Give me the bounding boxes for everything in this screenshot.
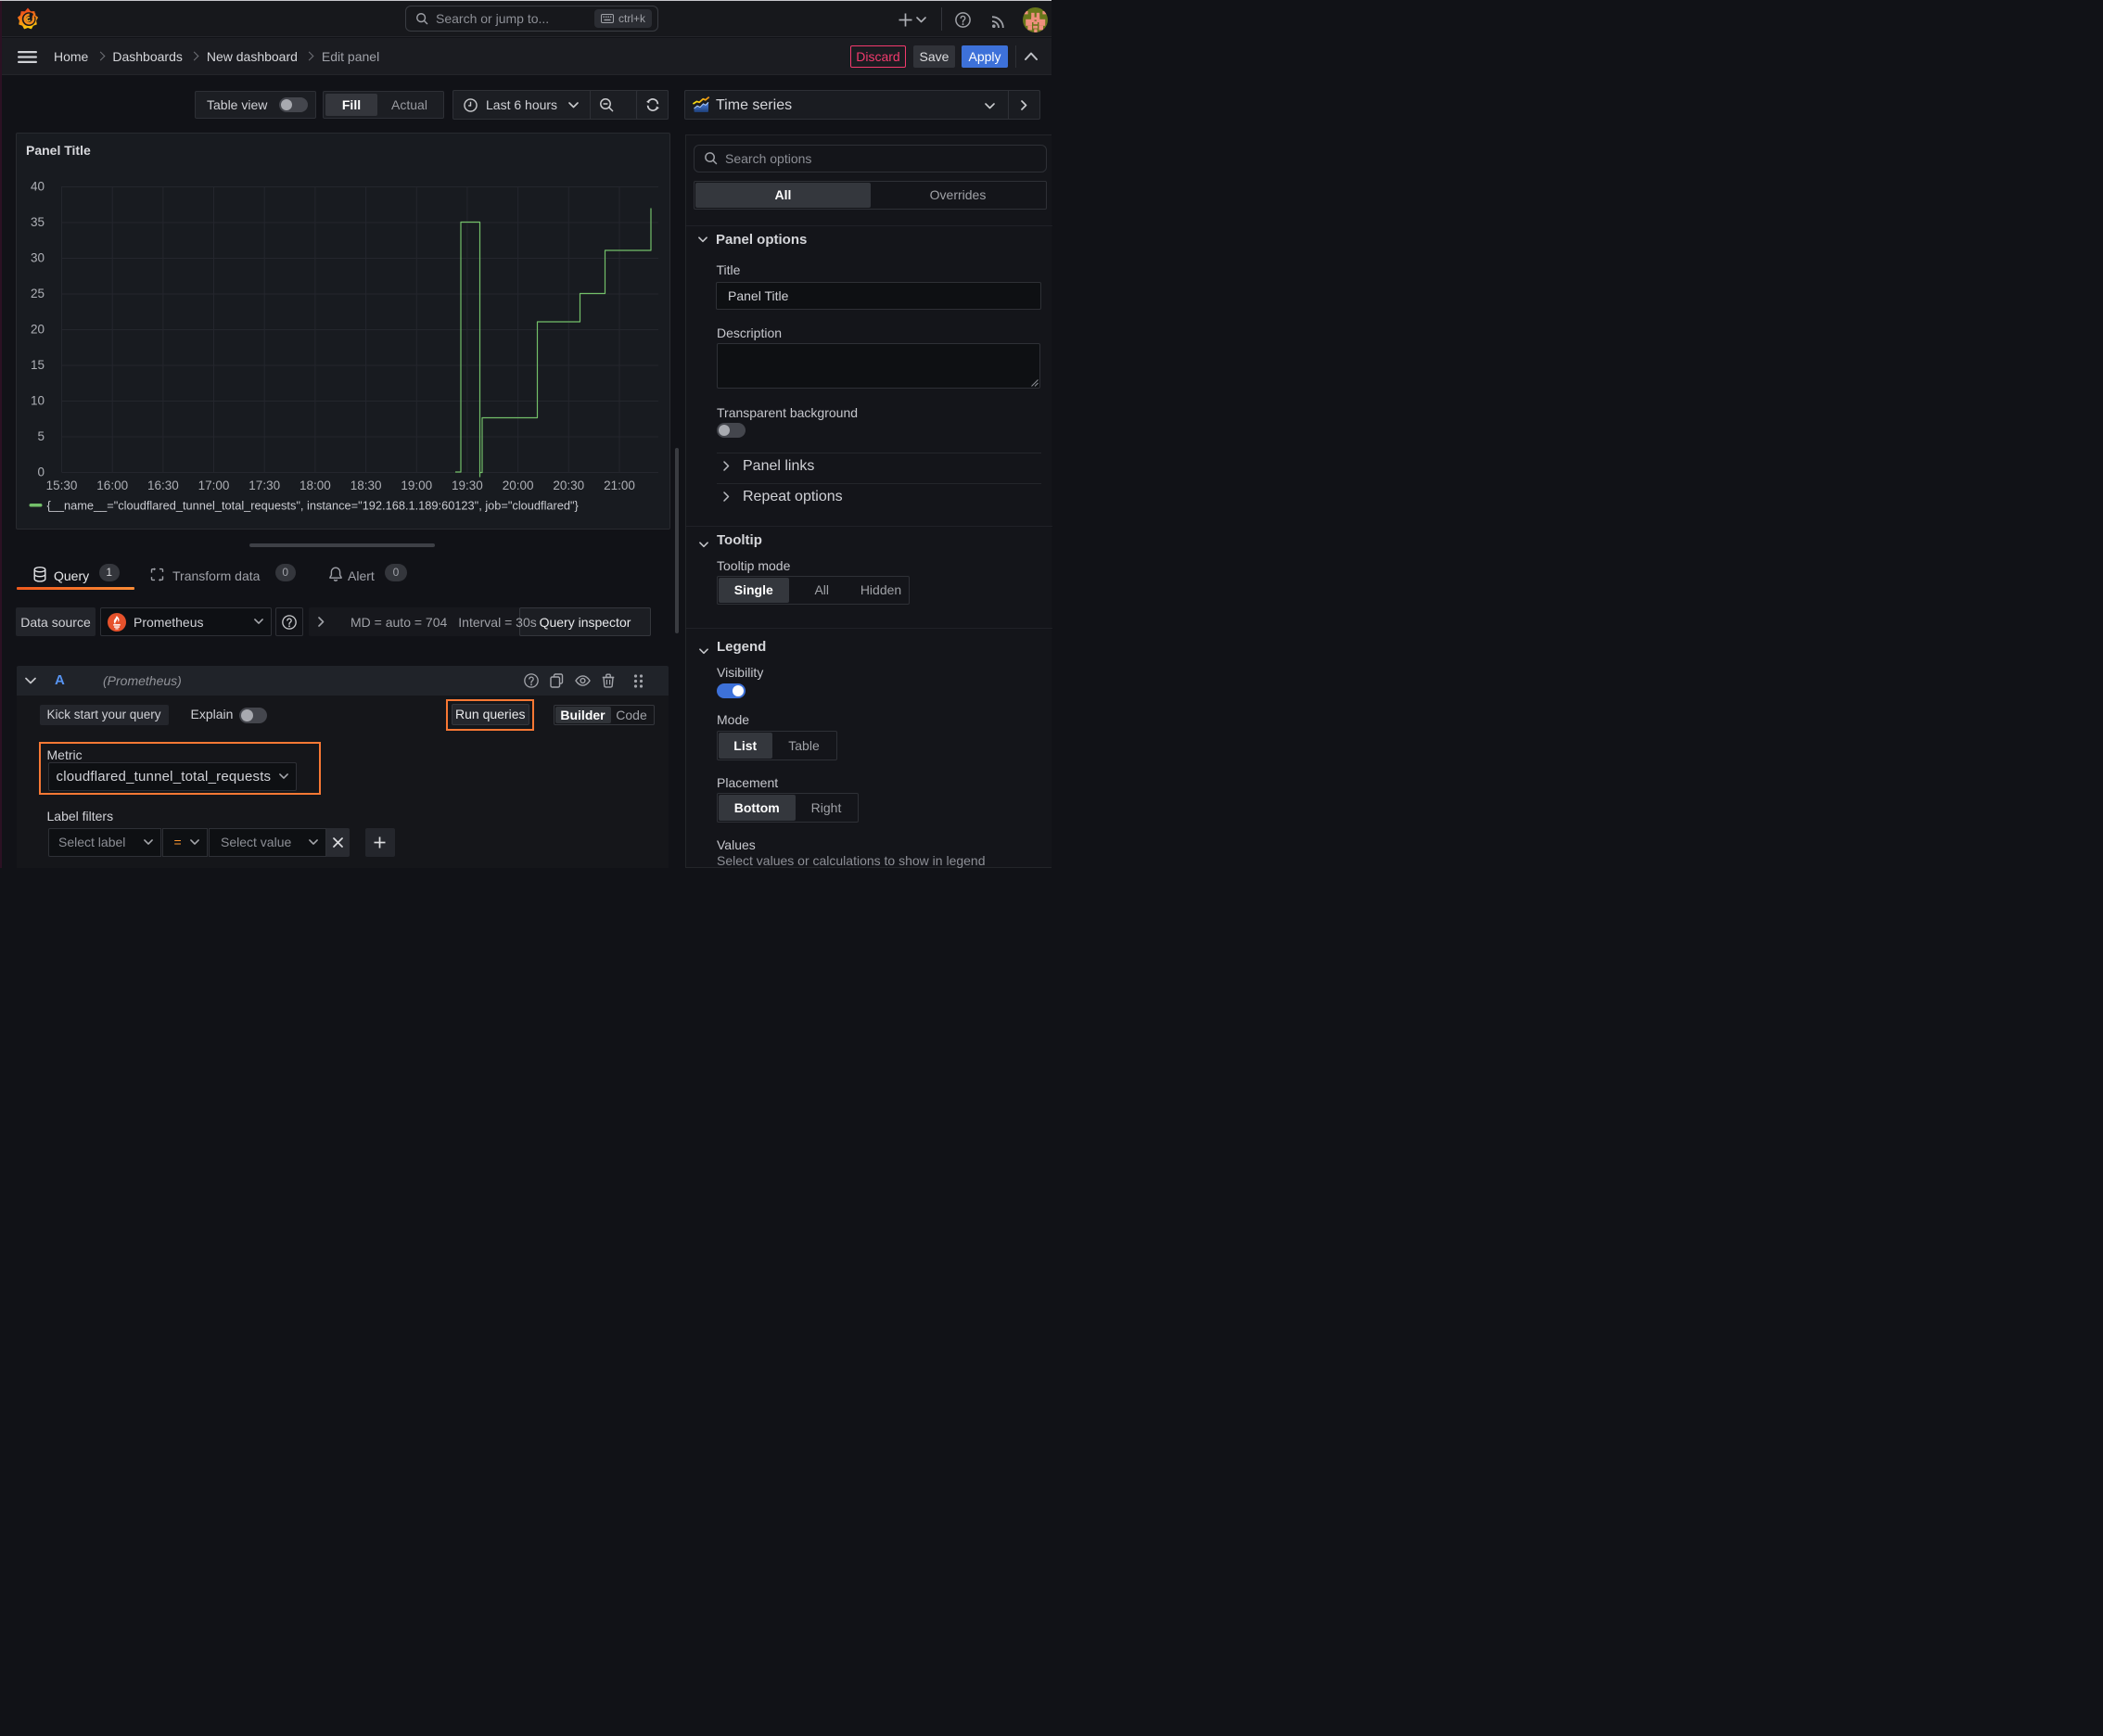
svg-text:5: 5 (37, 429, 45, 443)
svg-text:40: 40 (31, 180, 45, 194)
svg-text:16:30: 16:30 (147, 479, 179, 492)
svg-text:15:30: 15:30 (46, 479, 78, 492)
svg-text:16:00: 16:00 (96, 479, 128, 492)
svg-text:19:30: 19:30 (452, 479, 483, 492)
svg-text:20:00: 20:00 (503, 479, 534, 492)
svg-text:25: 25 (31, 287, 45, 300)
svg-text:19:00: 19:00 (401, 479, 432, 492)
svg-text:17:00: 17:00 (198, 479, 230, 492)
svg-text:17:30: 17:30 (249, 479, 280, 492)
svg-text:20:30: 20:30 (553, 479, 584, 492)
svg-text:18:00: 18:00 (300, 479, 331, 492)
svg-text:0: 0 (37, 466, 45, 479)
svg-text:{__name__="cloudflared_tunnel_: {__name__="cloudflared_tunnel_total_requ… (47, 499, 580, 513)
svg-text:30: 30 (31, 251, 45, 265)
svg-text:18:30: 18:30 (350, 479, 382, 492)
svg-text:35: 35 (31, 215, 45, 229)
svg-text:20: 20 (31, 323, 45, 337)
svg-text:15: 15 (31, 358, 45, 372)
svg-text:10: 10 (31, 394, 45, 408)
svg-text:21:00: 21:00 (604, 479, 635, 492)
